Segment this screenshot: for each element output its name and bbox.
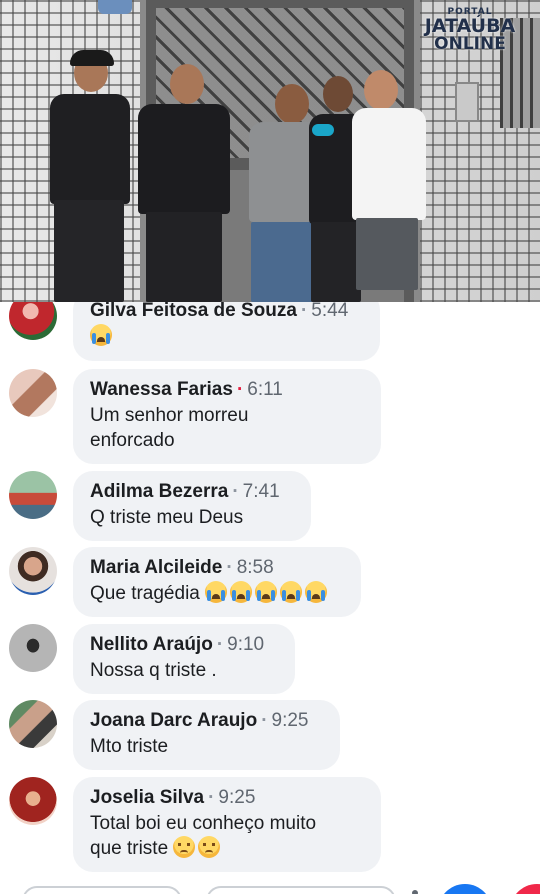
comment-time[interactable]: 9:25 [272, 710, 309, 731]
separator-dot: · [208, 787, 215, 808]
comment-bubble: Gilva Feitosa de Souza · 5:44 [73, 302, 380, 361]
more-dot-icon[interactable] [412, 890, 418, 894]
separator-dot: · [216, 634, 224, 655]
live-separator-dot: · [236, 379, 244, 400]
comment-time[interactable]: 9:10 [227, 634, 264, 655]
commenter-name[interactable]: Joana Darc Araujo [90, 710, 257, 731]
comment-time[interactable]: 6:11 [247, 379, 283, 400]
share-pill[interactable] [206, 886, 396, 894]
comment-text: Que tragédia [90, 583, 200, 604]
crying-face-icon [230, 581, 253, 603]
crying-face-icon [90, 324, 112, 346]
comments-list[interactable]: Gilva Feitosa de Souza · 5:44 Wanessa Fari… [0, 302, 540, 894]
comment-bubble: Adilma Bezerra · 7:41 Q triste meu Deus [73, 471, 311, 541]
comment-time[interactable]: 8:58 [237, 557, 274, 578]
logo-line-3: ONLINE [434, 34, 506, 54]
love-reaction-button[interactable] [510, 884, 540, 894]
comment-bubble: Wanessa Farias · 6:11 Um senhor morreu enf… [73, 369, 381, 464]
avatar[interactable] [9, 369, 57, 417]
comment-bubble: Joana Darc Araujo · 9:25 Mto triste [73, 700, 340, 770]
separator-dot: · [226, 557, 233, 578]
avatar[interactable] [9, 700, 57, 748]
reporter [350, 70, 428, 302]
bottom-action-bar [0, 880, 540, 894]
commenter-name[interactable]: Adilma Bezerra [90, 481, 228, 502]
officer-center [132, 62, 232, 302]
comment-text: Q triste meu Deus [90, 507, 244, 528]
avatar[interactable] [9, 547, 57, 595]
commenter-name[interactable]: Gilva Feitosa de Souza [90, 302, 297, 321]
crying-face-icon [205, 581, 228, 603]
crying-face-icon [305, 581, 328, 603]
commenter-name[interactable]: Joselia Silva [90, 787, 204, 808]
comment-text-line: Um senhor morreu [90, 405, 249, 426]
comment-bubble: Nellito Araújo · 9:10 Nossa q triste . [73, 624, 295, 694]
avatar[interactable] [9, 471, 57, 519]
comment-input-pill[interactable] [22, 886, 182, 894]
comment-bubble: Joselia Silva · 9:25 Total boi eu conheço … [73, 777, 381, 872]
crying-face-icon [280, 581, 303, 603]
separator-dot: · [232, 481, 239, 502]
comment-time[interactable]: 5:44 [311, 302, 348, 321]
commenter-name[interactable]: Nellito Araújo [90, 634, 213, 655]
separator-dot: · [261, 710, 268, 731]
commenter-name[interactable]: Wanessa Farias [90, 379, 233, 400]
avatar[interactable] [9, 777, 57, 825]
house-number-plate [98, 0, 132, 14]
pensive-face-icon [198, 836, 221, 858]
comment-text: Mto triste [90, 736, 169, 757]
avatar[interactable] [9, 624, 57, 672]
comment-text-line: enforcado [90, 430, 175, 451]
commenter-name[interactable]: Maria Alcileide [90, 557, 222, 578]
like-reaction-button[interactable] [438, 884, 492, 894]
separator-dot: · [300, 302, 308, 321]
electric-meter [455, 82, 479, 122]
comment-time[interactable]: 7:41 [243, 481, 280, 502]
live-video-player[interactable]: PORTAL JATAÚBA ONLINE [0, 0, 540, 302]
channel-logo: PORTAL JATAÚBA ONLINE [420, 8, 520, 53]
comment-bubble: Maria Alcileide · 8:58 Que tragédia [73, 547, 361, 617]
officer-left [40, 50, 130, 302]
comment-text: Nossa q triste . [90, 660, 217, 681]
avatar[interactable] [9, 302, 57, 340]
crying-face-icon [255, 581, 278, 603]
microphone-icon [312, 124, 334, 136]
comment-text-line: Total boi eu conheço muito [90, 813, 317, 834]
pensive-face-icon [173, 836, 196, 858]
comment-time[interactable]: 9:25 [218, 787, 255, 808]
comment-text-line: que triste [90, 838, 169, 859]
